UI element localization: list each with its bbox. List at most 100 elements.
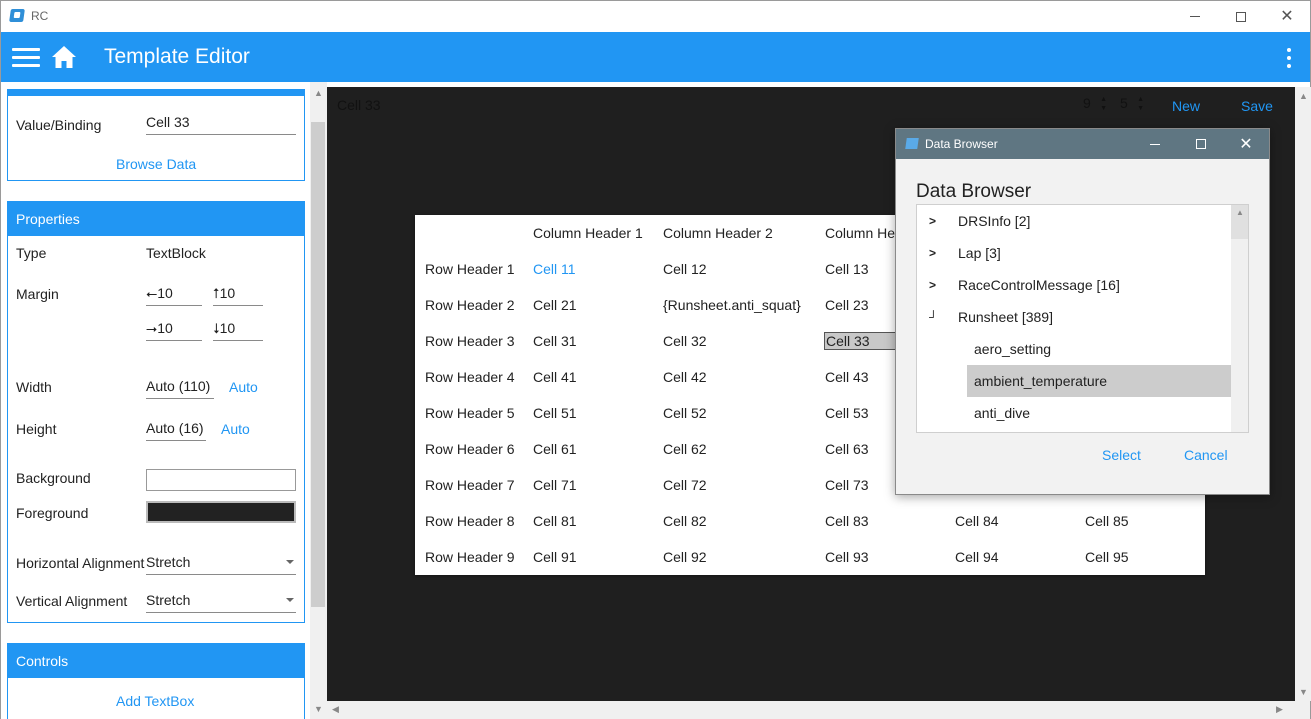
table-cell[interactable]: Cell 85 (1085, 513, 1129, 529)
table-cell[interactable]: Cell 62 (663, 441, 707, 457)
chevron-right-icon[interactable]: > (929, 214, 936, 228)
table-cell[interactable]: Cell 31 (533, 333, 577, 349)
app-window: RC ✕ Template Editor Value/Binding Cell … (0, 0, 1311, 719)
dialog-maximize-button[interactable] (1178, 129, 1224, 159)
menu-icon[interactable] (12, 48, 40, 68)
table-cell[interactable]: Cell 73 (825, 477, 869, 493)
table-cell[interactable]: Cell 41 (533, 369, 577, 385)
table-cell[interactable]: Cell 81 (533, 513, 577, 529)
scroll-down-icon[interactable]: ▼ (1299, 687, 1308, 697)
row-header[interactable]: Row Header 9 (425, 549, 515, 565)
table-cell[interactable]: Cell 91 (533, 549, 577, 565)
column-header[interactable]: Column He (825, 225, 895, 241)
table-cell[interactable]: Cell 52 (663, 405, 707, 421)
select-button[interactable]: Select (1102, 447, 1141, 463)
canvas-horizontal-scrollbar[interactable]: ▼ ◀ ▶ (310, 701, 1310, 719)
tree-item-aero-setting[interactable]: aero_setting (917, 333, 1231, 365)
margin-right-input[interactable]: ⭢10 (146, 317, 202, 341)
scroll-down-icon[interactable]: ▼ (314, 704, 323, 714)
tree-item-lap[interactable]: > Lap [3] (917, 237, 1231, 269)
row-header[interactable]: Row Header 8 (425, 513, 515, 529)
column-header[interactable]: Column Header 2 (663, 225, 773, 241)
column-header[interactable]: Column Header 1 (533, 225, 643, 241)
row-header[interactable]: Row Header 7 (425, 477, 515, 493)
row-header[interactable]: Row Header 5 (425, 405, 515, 421)
background-color-swatch[interactable] (146, 469, 296, 491)
table-cell[interactable]: Cell 12 (663, 261, 707, 277)
margin-top-input[interactable]: ⭡10 (213, 282, 263, 306)
table-cell[interactable]: Cell 13 (825, 261, 869, 277)
table-cell[interactable]: Cell 53 (825, 405, 869, 421)
scrollbar-thumb[interactable] (311, 122, 325, 607)
dialog-close-button[interactable]: ✕ (1223, 129, 1269, 159)
stepper-arrows-icon[interactable]: ▲ ▼ (1137, 95, 1144, 113)
home-icon[interactable] (51, 45, 77, 69)
chevron-right-icon[interactable]: > (929, 246, 936, 260)
table-cell[interactable]: Cell 61 (533, 441, 577, 457)
table-cell[interactable]: Cell 82 (663, 513, 707, 529)
table-cell[interactable]: Cell 11 (533, 261, 576, 277)
horizontal-alignment-select[interactable]: Stretch (146, 551, 296, 575)
table-cell[interactable]: Cell 21 (533, 297, 577, 313)
canvas-vertical-scrollbar[interactable]: ▲ ▼ (1295, 87, 1311, 701)
scroll-up-icon[interactable]: ▲ (1236, 208, 1244, 217)
scroll-left-icon[interactable]: ◀ (332, 704, 339, 715)
height-input[interactable]: Auto (16) (146, 417, 206, 441)
width-auto-button[interactable]: Auto (229, 379, 258, 395)
scroll-up-icon[interactable]: ▲ (314, 88, 323, 98)
height-auto-button[interactable]: Auto (221, 421, 250, 437)
row-header[interactable]: Row Header 2 (425, 297, 515, 313)
table-cell[interactable]: Cell 72 (663, 477, 707, 493)
tree-item-drsinfo[interactable]: > DRSInfo [2] (917, 205, 1231, 237)
width-input[interactable]: Auto (110) (146, 375, 214, 399)
table-cell[interactable]: Cell 33 (824, 332, 896, 350)
maximize-button[interactable] (1218, 1, 1264, 32)
close-window-button[interactable]: ✕ (1264, 1, 1310, 32)
table-cell[interactable]: Cell 43 (825, 369, 869, 385)
chevron-right-icon[interactable]: > (929, 278, 936, 292)
tree-item-runsheet[interactable]: ┘ Runsheet [389] (917, 301, 1231, 333)
table-cell[interactable]: Cell 84 (955, 513, 999, 529)
row-header[interactable]: Row Header 1 (425, 261, 515, 277)
table-cell[interactable]: Cell 93 (825, 549, 869, 565)
browse-data-button[interactable]: Browse Data (116, 156, 196, 172)
margin-bottom-input[interactable]: ⭣10 (213, 317, 263, 341)
new-button[interactable]: New (1172, 98, 1200, 114)
save-button[interactable]: Save (1241, 98, 1273, 114)
row-header[interactable]: Row Header 6 (425, 441, 515, 457)
tree-item-anti-dive[interactable]: anti_dive (917, 397, 1231, 429)
tree-item-ambient-temperature[interactable]: ambient_temperature (917, 365, 1231, 397)
dialog-minimize-button[interactable] (1132, 129, 1178, 159)
chevron-expanded-icon[interactable]: ┘ (929, 310, 938, 324)
table-cell[interactable]: Cell 83 (825, 513, 869, 529)
left-panel-scrollbar[interactable]: ▲ (310, 82, 327, 719)
cancel-button[interactable]: Cancel (1184, 447, 1228, 463)
table-cell[interactable]: Cell 92 (663, 549, 707, 565)
scroll-up-icon[interactable]: ▲ (1299, 91, 1308, 101)
table-cell[interactable]: Cell 23 (825, 297, 869, 313)
binding-value-input[interactable]: Cell 33 (146, 111, 296, 135)
foreground-color-swatch[interactable] (146, 501, 296, 523)
table-cell[interactable]: Cell 71 (533, 477, 577, 493)
table-cell[interactable]: Cell 32 (663, 333, 707, 349)
table-cell[interactable]: Cell 42 (663, 369, 707, 385)
table-cell[interactable]: Cell 94 (955, 549, 999, 565)
scroll-right-icon[interactable]: ▶ (1276, 704, 1283, 715)
row-header[interactable]: Row Header 3 (425, 333, 515, 349)
table-cell[interactable]: Cell 95 (1085, 549, 1129, 565)
more-options-icon[interactable] (1282, 48, 1296, 68)
arrow-left-icon: ⭠ (146, 285, 158, 301)
add-textbox-button[interactable]: Add TextBox (116, 693, 194, 709)
tree-item-racecontrolmessage[interactable]: > RaceControlMessage [16] (917, 269, 1231, 301)
stepper-arrows-icon[interactable]: ▲ ▼ (1100, 95, 1107, 113)
table-cell[interactable]: {Runsheet.anti_squat} (663, 297, 801, 313)
table-cell[interactable]: Cell 63 (825, 441, 869, 457)
minimize-button[interactable] (1172, 1, 1218, 32)
rows-stepper[interactable]: 9 ▲ ▼ (1083, 95, 1107, 117)
table-cell[interactable]: Cell 51 (533, 405, 577, 421)
vertical-alignment-select[interactable]: Stretch (146, 589, 296, 613)
row-header[interactable]: Row Header 4 (425, 369, 515, 385)
margin-left-input[interactable]: ⭠10 (146, 282, 202, 306)
tree-scrollbar[interactable]: ▲ (1231, 205, 1248, 432)
columns-stepper[interactable]: 5 ▲ ▼ (1120, 95, 1144, 117)
